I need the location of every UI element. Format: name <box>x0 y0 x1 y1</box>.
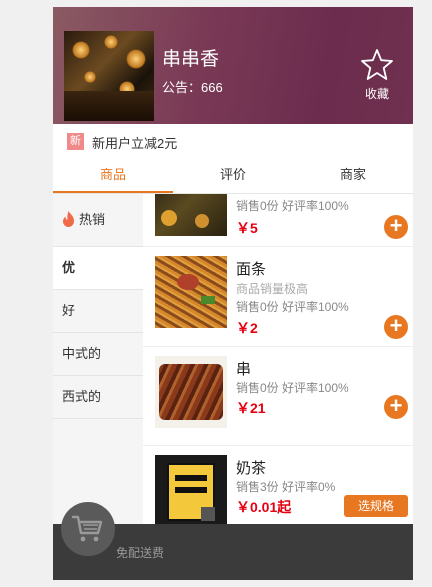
favorite-label: 收藏 <box>364 87 389 101</box>
add-to-cart-button[interactable]: + <box>384 215 408 239</box>
shop-image <box>64 31 154 121</box>
tab-merchant[interactable]: 商家 <box>293 158 413 193</box>
product-sales: 销售0份 好评率100% <box>236 300 349 314</box>
product-item[interactable]: 销售0份 好评率100% ￥5 + <box>143 194 413 247</box>
shop-notice: 公告：666 <box>162 80 223 95</box>
select-spec-button[interactable]: 选规格 <box>344 495 408 517</box>
add-to-cart-button[interactable]: + <box>384 315 408 339</box>
shopping-cart-icon <box>72 515 103 542</box>
product-price: ￥5 <box>236 220 258 236</box>
product-name: 串 <box>236 361 252 378</box>
flame-icon <box>63 211 74 227</box>
promo-banner: 新 新用户立减2元 <box>53 124 413 158</box>
category-hao[interactable]: 好 <box>53 290 143 333</box>
tab-bar: 商品 评价 商家 <box>53 158 413 194</box>
cart-button[interactable] <box>61 502 115 556</box>
new-badge: 新 <box>67 133 84 150</box>
product-item[interactable]: 串 销售0份 好评率100% ￥21 + <box>143 346 413 446</box>
cart-bar: 免配送费 <box>53 502 413 580</box>
shop-name: 串串香 <box>162 49 220 70</box>
star-icon <box>361 49 393 80</box>
category-chinese[interactable]: 中式的 <box>53 333 143 376</box>
shipping-fee-text: 免配送费 <box>116 546 165 560</box>
category-you[interactable]: 优 <box>53 247 143 290</box>
product-price: ￥2 <box>236 320 258 336</box>
product-image <box>155 455 227 524</box>
product-name: 面条 <box>236 261 267 278</box>
product-image <box>155 194 227 236</box>
product-sales: 销售0份 好评率100% <box>236 381 349 395</box>
shop-header: 串串香 公告：666 收藏 <box>53 7 413 124</box>
category-hot[interactable]: 热销 <box>53 194 143 247</box>
app-frame: 串串香 公告：666 收藏 新 新用户立减2元 商品 评价 商家 热销 优 好 … <box>53 7 413 580</box>
product-image <box>155 256 227 328</box>
product-sales: 销售3份 好评率0% <box>236 480 336 494</box>
product-sales: 销售0份 好评率100% <box>236 199 349 213</box>
product-price: ￥0.01起 <box>236 499 292 515</box>
category-sidebar: 热销 优 好 中式的 西式的 <box>53 194 143 524</box>
category-western[interactable]: 西式的 <box>53 376 143 419</box>
tab-reviews[interactable]: 评价 <box>173 158 293 193</box>
product-price: ￥21 <box>236 400 266 416</box>
add-to-cart-button[interactable]: + <box>384 395 408 419</box>
product-desc: 商品销量极高 <box>236 282 309 296</box>
product-list: 销售0份 好评率100% ￥5 + 面条 商品销量极高 销售0份 好评率100%… <box>143 194 413 524</box>
product-item[interactable]: 面条 商品销量极高 销售0份 好评率100% ￥2 + <box>143 246 413 347</box>
category-label: 热销 <box>79 212 106 227</box>
tab-goods[interactable]: 商品 <box>53 158 173 193</box>
product-image <box>155 356 227 428</box>
promo-text: 新用户立减2元 <box>92 136 178 151</box>
product-item[interactable]: 奶茶 销售3份 好评率0% ￥0.01起 选规格 <box>143 445 413 524</box>
product-name: 奶茶 <box>236 460 267 477</box>
favorite-button[interactable]: 收藏 <box>356 47 398 102</box>
